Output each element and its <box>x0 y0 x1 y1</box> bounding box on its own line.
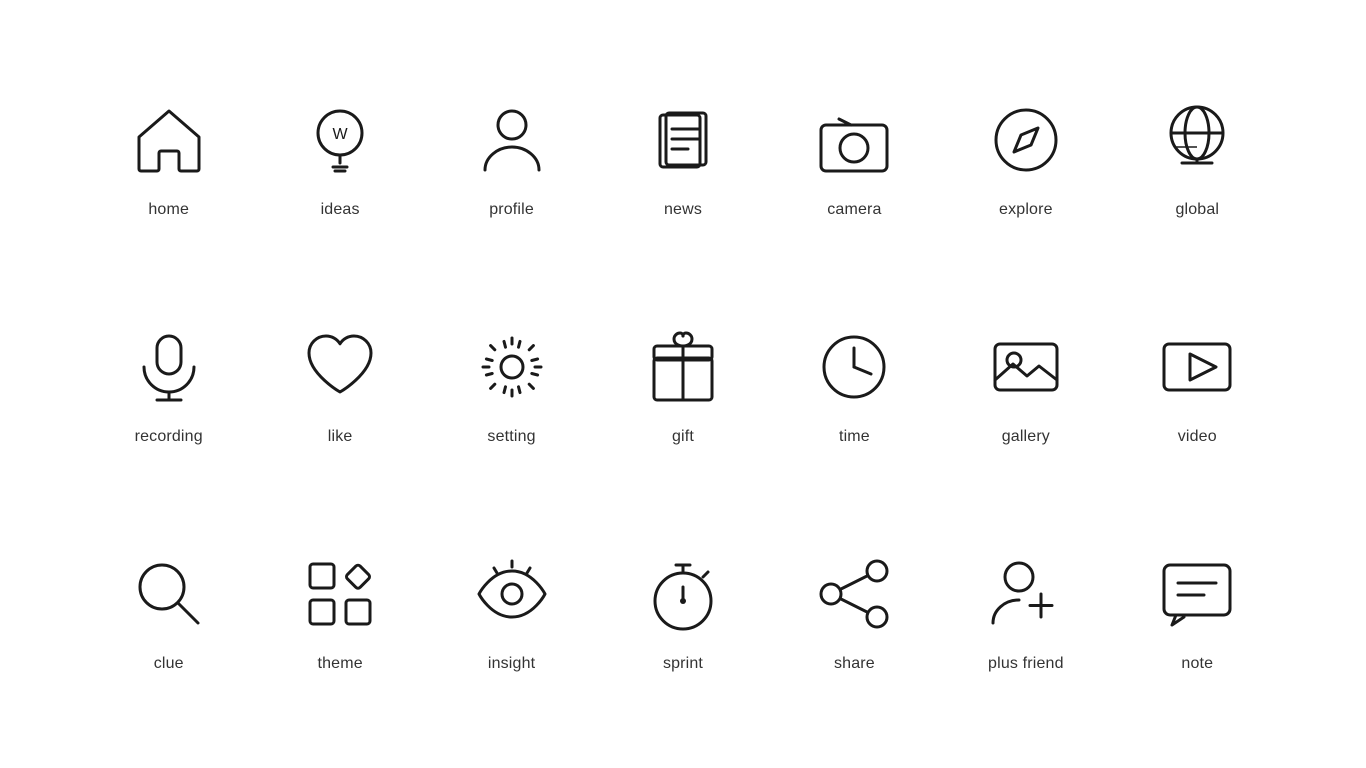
theme-icon <box>295 549 385 639</box>
explore-icon <box>981 95 1071 185</box>
video-label: video <box>1178 428 1217 446</box>
time-icon <box>809 322 899 412</box>
ideas-item: W ideas <box>254 44 425 271</box>
video-item: video <box>1112 271 1283 498</box>
news-item: news <box>597 44 768 271</box>
time-label: time <box>839 428 870 446</box>
setting-item: setting <box>426 271 597 498</box>
video-icon <box>1152 322 1242 412</box>
global-label: global <box>1175 201 1219 219</box>
camera-label: camera <box>827 201 881 219</box>
gallery-item: gallery <box>940 271 1111 498</box>
explore-label: explore <box>999 201 1053 219</box>
gallery-icon <box>981 322 1071 412</box>
svg-text:W: W <box>333 126 349 143</box>
clue-label: clue <box>154 655 184 673</box>
profile-icon <box>467 95 557 185</box>
profile-label: profile <box>489 201 534 219</box>
plus-friend-icon <box>981 549 1071 639</box>
home-item: home <box>83 44 254 271</box>
insight-icon <box>467 549 557 639</box>
plus-friend-label: plus friend <box>988 655 1064 673</box>
clue-item: clue <box>83 497 254 724</box>
gift-item: gift <box>597 271 768 498</box>
like-item: like <box>254 271 425 498</box>
camera-item: camera <box>769 44 940 271</box>
icon-grid: home W ideas profile news <box>83 44 1283 724</box>
sprint-item: sprint <box>597 497 768 724</box>
note-icon <box>1152 549 1242 639</box>
insight-item: insight <box>426 497 597 724</box>
share-label: share <box>834 655 875 673</box>
profile-item: profile <box>426 44 597 271</box>
sprint-label: sprint <box>663 655 703 673</box>
gift-label: gift <box>672 428 694 446</box>
sprint-icon <box>638 549 728 639</box>
recording-label: recording <box>135 428 203 446</box>
camera-icon <box>809 95 899 185</box>
explore-item: explore <box>940 44 1111 271</box>
ideas-icon: W <box>295 95 385 185</box>
global-item: global <box>1112 44 1283 271</box>
ideas-label: ideas <box>321 201 360 219</box>
setting-label: setting <box>487 428 535 446</box>
note-label: note <box>1181 655 1213 673</box>
share-icon <box>809 549 899 639</box>
recording-icon <box>124 322 214 412</box>
home-label: home <box>148 201 189 219</box>
recording-item: recording <box>83 271 254 498</box>
gift-icon <box>638 322 728 412</box>
note-item: note <box>1112 497 1283 724</box>
theme-label: theme <box>317 655 362 673</box>
time-item: time <box>769 271 940 498</box>
global-icon <box>1152 95 1242 185</box>
share-item: share <box>769 497 940 724</box>
insight-label: insight <box>488 655 535 673</box>
clue-icon <box>124 549 214 639</box>
home-icon <box>124 95 214 185</box>
like-icon <box>295 322 385 412</box>
setting-icon <box>467 322 557 412</box>
plus-friend-item: plus friend <box>940 497 1111 724</box>
like-label: like <box>328 428 353 446</box>
theme-item: theme <box>254 497 425 724</box>
gallery-label: gallery <box>1002 428 1050 446</box>
news-label: news <box>664 201 702 219</box>
news-icon <box>638 95 728 185</box>
